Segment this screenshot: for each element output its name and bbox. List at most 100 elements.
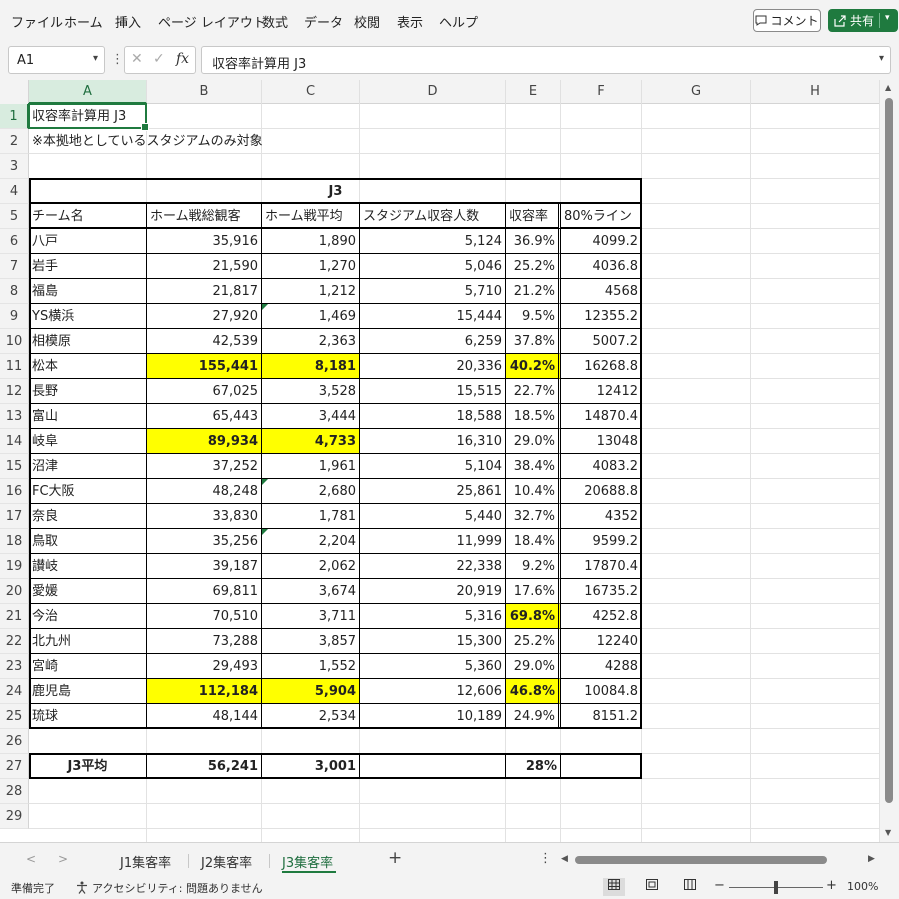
table-cell[interactable]: 89,934 xyxy=(147,429,262,454)
fx-icon[interactable]: fx xyxy=(176,51,189,67)
table-cell[interactable]: 1,890 xyxy=(262,229,360,254)
column-header-c[interactable]: C xyxy=(262,80,360,104)
chevron-down-icon[interactable]: ▾ xyxy=(879,53,884,64)
table-cell[interactable]: 8,181 xyxy=(262,354,360,379)
zoom-out-button[interactable]: − xyxy=(714,878,725,893)
table-cell[interactable]: 2,062 xyxy=(262,554,360,579)
chevron-down-icon[interactable]: ▾ xyxy=(885,13,890,23)
row-header-14[interactable]: 14 xyxy=(0,429,29,454)
row-header-17[interactable]: 17 xyxy=(0,504,29,529)
add-sheet-button[interactable]: + xyxy=(388,848,402,868)
table-cell[interactable]: 2,204 xyxy=(262,529,360,554)
table-cell[interactable]: 4,733 xyxy=(262,429,360,454)
table-cell[interactable]: 37,252 xyxy=(147,454,262,479)
table-cell[interactable]: 25.2% xyxy=(506,254,561,279)
table-cell[interactable]: 5007.2 xyxy=(561,329,642,354)
team-name-cell[interactable]: 相模原 xyxy=(29,329,147,354)
table-cell[interactable]: 16735.2 xyxy=(561,579,642,604)
table-cell[interactable]: 5,904 xyxy=(262,679,360,704)
table-cell[interactable]: 40.2% xyxy=(506,354,561,379)
column-header-e[interactable]: E xyxy=(506,80,561,104)
row-header-10[interactable]: 10 xyxy=(0,329,29,354)
tab-j1[interactable]: J1集客率 xyxy=(120,852,171,871)
menu-formulas[interactable]: 数式 xyxy=(262,12,288,31)
row-header-1[interactable]: 1 xyxy=(0,104,29,129)
table-cell[interactable]: 12,606 xyxy=(360,679,506,704)
table-cell[interactable]: 70,510 xyxy=(147,604,262,629)
menu-home[interactable]: ホーム xyxy=(64,12,103,31)
share-button[interactable]: 共有 ▾ xyxy=(828,9,898,32)
table-cell[interactable]: 2,534 xyxy=(262,704,360,729)
row-header-26[interactable]: 26 xyxy=(0,729,29,754)
row-header-12[interactable]: 12 xyxy=(0,379,29,404)
vertical-scroll-thumb[interactable] xyxy=(885,98,893,803)
table-cell[interactable]: 21,817 xyxy=(147,279,262,304)
tab-j2[interactable]: J2集客率 xyxy=(201,852,252,871)
table-cell[interactable]: 4568 xyxy=(561,279,642,304)
menu-help[interactable]: ヘルプ xyxy=(439,12,478,31)
error-indicator-icon[interactable] xyxy=(262,304,268,310)
formula-input[interactable]: 収容率計算用 J3 ▾ xyxy=(201,46,891,74)
team-name-cell[interactable]: 宮崎 xyxy=(29,654,147,679)
table-cell[interactable]: 2,680 xyxy=(262,479,360,504)
horizontal-scroll-thumb[interactable] xyxy=(575,856,827,864)
zoom-level[interactable]: 100% xyxy=(847,880,878,893)
table-cell[interactable]: 48,248 xyxy=(147,479,262,504)
table-cell[interactable]: 16,310 xyxy=(360,429,506,454)
team-name-cell[interactable]: YS横浜 xyxy=(29,304,147,329)
table-cell[interactable]: 9.2% xyxy=(506,554,561,579)
select-all-corner[interactable] xyxy=(0,80,29,104)
chevron-left-icon[interactable]: < xyxy=(26,852,36,866)
table-cell[interactable]: 21.2% xyxy=(506,279,561,304)
table-cell[interactable]: 36.9% xyxy=(506,229,561,254)
table-cell[interactable]: 29.0% xyxy=(506,429,561,454)
team-name-cell[interactable]: 琉球 xyxy=(29,704,147,729)
table-cell[interactable]: 112,184 xyxy=(147,679,262,704)
table-cell[interactable]: 1,961 xyxy=(262,454,360,479)
table-header[interactable]: チーム名 xyxy=(29,204,147,229)
row-header-11[interactable]: 11 xyxy=(0,354,29,379)
table-cell[interactable]: 18,588 xyxy=(360,404,506,429)
team-name-cell[interactable]: 北九州 xyxy=(29,629,147,654)
table-cell[interactable]: 32.7% xyxy=(506,504,561,529)
table-cell[interactable]: 5,316 xyxy=(360,604,506,629)
table-cell[interactable]: 5,440 xyxy=(360,504,506,529)
table-cell[interactable]: 5,124 xyxy=(360,229,506,254)
table-cell[interactable]: 1,270 xyxy=(262,254,360,279)
team-name-cell[interactable]: 長野 xyxy=(29,379,147,404)
table-header[interactable]: ホーム戦総観客 xyxy=(147,204,262,229)
scroll-up-icon[interactable]: ▲ xyxy=(885,83,891,92)
average-label-cell[interactable]: J3平均 xyxy=(29,754,147,779)
row-header-23[interactable]: 23 xyxy=(0,654,29,679)
team-name-cell[interactable]: 富山 xyxy=(29,404,147,429)
row-header-22[interactable]: 22 xyxy=(0,629,29,654)
team-name-cell[interactable]: 今治 xyxy=(29,604,147,629)
table-cell[interactable]: 4252.8 xyxy=(561,604,642,629)
comment-button[interactable]: コメント xyxy=(753,9,821,32)
table-cell[interactable]: 10084.8 xyxy=(561,679,642,704)
zoom-slider-thumb[interactable] xyxy=(774,881,778,894)
column-header-d[interactable]: D xyxy=(360,80,506,104)
status-accessibility[interactable]: アクセシビリティ: 問題ありません xyxy=(92,880,263,896)
menu-review[interactable]: 校閲 xyxy=(354,12,380,31)
row-header-13[interactable]: 13 xyxy=(0,404,29,429)
team-name-cell[interactable]: 八戸 xyxy=(29,229,147,254)
table-cell[interactable]: 15,515 xyxy=(360,379,506,404)
table-cell[interactable]: 10.4% xyxy=(506,479,561,504)
table-cell[interactable]: 24.9% xyxy=(506,704,561,729)
table-cell[interactable]: 29.0% xyxy=(506,654,561,679)
table-cell[interactable]: 4352 xyxy=(561,504,642,529)
column-header-f[interactable]: F xyxy=(561,80,642,104)
table-cell[interactable]: 4099.2 xyxy=(561,229,642,254)
table-cell[interactable]: 27,920 xyxy=(147,304,262,329)
scroll-left-icon[interactable]: ◀ xyxy=(561,854,568,864)
table-cell[interactable]: 1,552 xyxy=(262,654,360,679)
row-header-4[interactable]: 4 xyxy=(0,179,29,204)
table-cell[interactable]: 15,300 xyxy=(360,629,506,654)
table-cell[interactable]: 22,338 xyxy=(360,554,506,579)
average-line-cell[interactable] xyxy=(561,754,642,779)
table-cell[interactable]: 65,443 xyxy=(147,404,262,429)
team-name-cell[interactable]: 沼津 xyxy=(29,454,147,479)
row-header-24[interactable]: 24 xyxy=(0,679,29,704)
row-header-19[interactable]: 19 xyxy=(0,554,29,579)
